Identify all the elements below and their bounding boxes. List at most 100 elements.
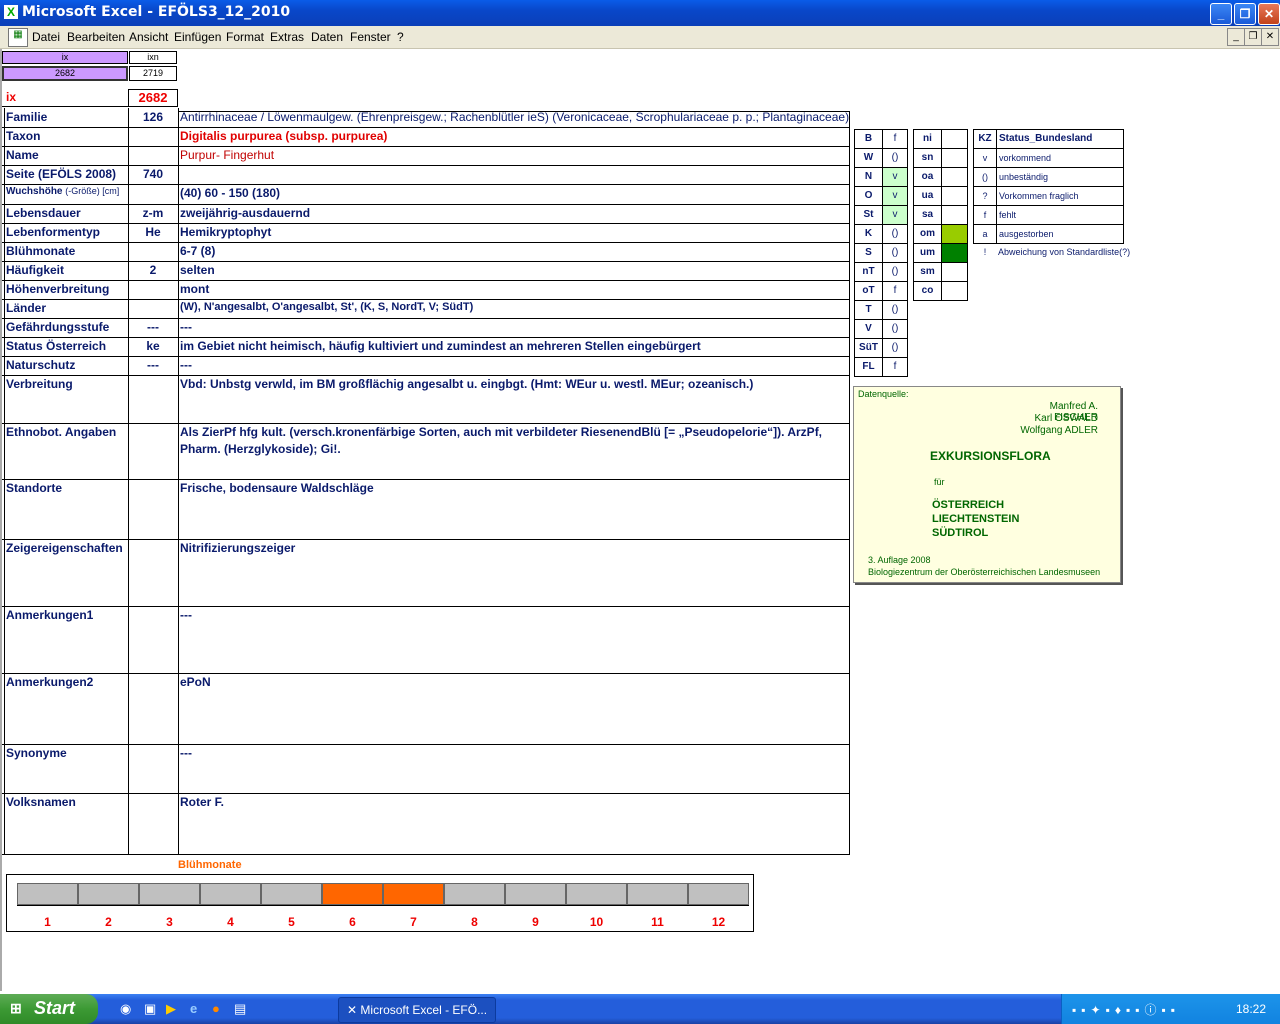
section-value[interactable]: Nitrifizierungszeiger — [180, 541, 848, 557]
row-value[interactable]: (W), N'angesalbt, O'angesalbt, St', (K, … — [180, 301, 850, 318]
state-oT: oT — [854, 281, 883, 301]
zone-sm-value[interactable] — [941, 262, 968, 282]
section-value-line2[interactable] — [180, 558, 848, 574]
state-St-value[interactable]: v — [882, 205, 908, 225]
section-value[interactable]: Frische, bodensaure Waldschläge — [180, 481, 848, 497]
ix-input-cell[interactable]: 2682 — [2, 66, 128, 81]
menu-daten[interactable]: Daten — [311, 30, 343, 44]
taskbar-excel-button[interactable]: ✕ Microsoft Excel - EFÖ... — [338, 997, 496, 1023]
state-S-value[interactable]: () — [882, 243, 908, 263]
menu-datei[interactable]: Datei — [32, 30, 60, 44]
state-K-value[interactable]: () — [882, 224, 908, 244]
firefox-icon[interactable]: ● — [212, 1001, 228, 1017]
zone-sa-value[interactable] — [941, 205, 968, 225]
clock[interactable]: 18:22 — [1236, 1002, 1266, 1016]
section-value[interactable]: Roter F. — [180, 795, 848, 811]
section-value-line2[interactable] — [180, 812, 848, 828]
doc-minimize-button[interactable]: _ — [1227, 28, 1245, 46]
row-value[interactable]: Hemikryptophyt — [180, 225, 850, 242]
row-value[interactable]: mont — [180, 282, 850, 299]
row-code[interactable]: --- — [128, 358, 178, 375]
row-code[interactable]: 126 — [128, 110, 178, 127]
row-code[interactable] — [128, 282, 178, 299]
doc-close-button[interactable]: ✕ — [1261, 28, 1279, 46]
row-code[interactable]: ke — [128, 339, 178, 356]
state-V-value[interactable]: () — [882, 319, 908, 339]
section-value[interactable]: Als ZierPf hfg kult. (versch.kronenfärbi… — [180, 425, 848, 441]
state-oT-value[interactable]: f — [882, 281, 908, 301]
row-value[interactable]: im Gebiet nicht heimisch, häufig kultivi… — [180, 339, 850, 356]
row-code[interactable] — [128, 186, 178, 204]
state-nT-value[interactable]: () — [882, 262, 908, 282]
zone-sn-value[interactable] — [941, 148, 968, 168]
start-button[interactable]: ⊞ Start — [0, 994, 98, 1024]
zone-om-value[interactable] — [941, 224, 968, 244]
menu-format[interactable]: Format — [226, 30, 264, 44]
close-button[interactable]: ✕ — [1258, 3, 1280, 25]
menu-extras[interactable]: Extras — [270, 30, 304, 44]
row-code[interactable]: 2 — [128, 263, 178, 280]
zone-ni-value[interactable] — [941, 129, 968, 149]
internet-explorer-icon[interactable]: e — [190, 1001, 206, 1017]
quicklaunch-icon-1[interactable]: ◉ — [120, 1001, 136, 1017]
row-code[interactable] — [128, 244, 178, 261]
kz-description: Abweichung von Standardliste(?) — [998, 247, 1131, 257]
menu-bearbeiten[interactable]: Bearbeiten — [67, 30, 125, 44]
menu-fenster[interactable]: Fenster — [350, 30, 391, 44]
quicklaunch-icon-2[interactable]: ▣ — [144, 1001, 160, 1017]
zone-um-value[interactable] — [941, 243, 968, 263]
section-value[interactable]: --- — [180, 746, 848, 762]
state-N-value[interactable]: v — [882, 167, 908, 187]
row-code[interactable]: z-m — [128, 206, 178, 223]
section-value-line2[interactable]: Pharm. (Herzglykoside); Gi!. — [180, 442, 848, 458]
restore-button[interactable]: ❐ — [1234, 3, 1256, 25]
state-W-value[interactable]: () — [882, 148, 908, 168]
row-code[interactable] — [128, 129, 178, 146]
state-SüT-value[interactable]: () — [882, 338, 908, 358]
section-value[interactable]: Vbd: Unbstg verwld, im BM großflächig an… — [180, 377, 848, 393]
zone-ua-value[interactable] — [941, 186, 968, 206]
section-value[interactable]: --- — [180, 608, 848, 624]
section-value-line2[interactable] — [180, 394, 848, 410]
section-value-line2[interactable] — [180, 625, 848, 641]
minimize-button[interactable]: _ — [1210, 3, 1232, 25]
row-code[interactable]: He — [128, 225, 178, 242]
row-code[interactable] — [128, 148, 178, 165]
tray-icons[interactable]: ▪▪✦▪♦▪▪ⓘ▪▪ — [1072, 1001, 1180, 1018]
row-value[interactable] — [180, 167, 850, 184]
zone-co-value[interactable] — [941, 281, 968, 301]
zone-oa-value[interactable] — [941, 167, 968, 187]
row-value[interactable]: 6-7 (8) — [180, 244, 850, 261]
section-value[interactable]: ePoN — [180, 675, 848, 691]
row-value[interactable]: Digitalis purpurea (subsp. purpurea) — [180, 129, 850, 146]
row-value[interactable]: zweijährig-ausdauernd — [180, 206, 850, 223]
menu-einfuegen[interactable]: Einfügen — [174, 30, 221, 44]
doc-restore-button[interactable]: ❐ — [1244, 28, 1262, 46]
row-code[interactable]: 740 — [128, 167, 178, 184]
row-value[interactable]: selten — [180, 263, 850, 280]
workbook-icon[interactable]: ▦ — [8, 28, 28, 47]
state-O-value[interactable]: v — [882, 186, 908, 206]
zone-sm: sm — [913, 262, 942, 282]
quicklaunch-icon-6[interactable]: ▤ — [234, 1001, 250, 1017]
state-B-value[interactable]: f — [882, 129, 908, 149]
excel-app-icon[interactable]: X — [4, 5, 18, 19]
row-value[interactable]: Antirrhinaceae / Löwenmaulgew. (Ehrenpre… — [180, 110, 850, 127]
row-code[interactable]: --- — [128, 320, 178, 337]
row-value[interactable]: --- — [180, 358, 850, 375]
row-code[interactable] — [128, 301, 178, 318]
section-value-line2[interactable] — [180, 763, 848, 779]
menu-ansicht[interactable]: Ansicht — [129, 30, 168, 44]
media-player-icon[interactable]: ▶ — [166, 1001, 182, 1017]
section-value-line2[interactable] — [180, 498, 848, 514]
row-value[interactable]: (40) 60 - 150 (180) — [180, 186, 850, 204]
ixn-value-cell[interactable]: 2719 — [129, 66, 177, 81]
row-value[interactable]: Purpur- Fingerhut — [180, 148, 850, 165]
row-value[interactable]: --- — [180, 320, 850, 337]
ix-value[interactable]: 2682 — [128, 89, 178, 107]
worksheet[interactable]: ix ixn 2682 2719 ix 2682 Familie 126 Antir… — [0, 49, 1280, 991]
state-T-value[interactable]: () — [882, 300, 908, 320]
state-FL-value[interactable]: f — [882, 357, 908, 377]
menu-help[interactable]: ? — [397, 30, 404, 44]
section-value-line2[interactable] — [180, 692, 848, 708]
